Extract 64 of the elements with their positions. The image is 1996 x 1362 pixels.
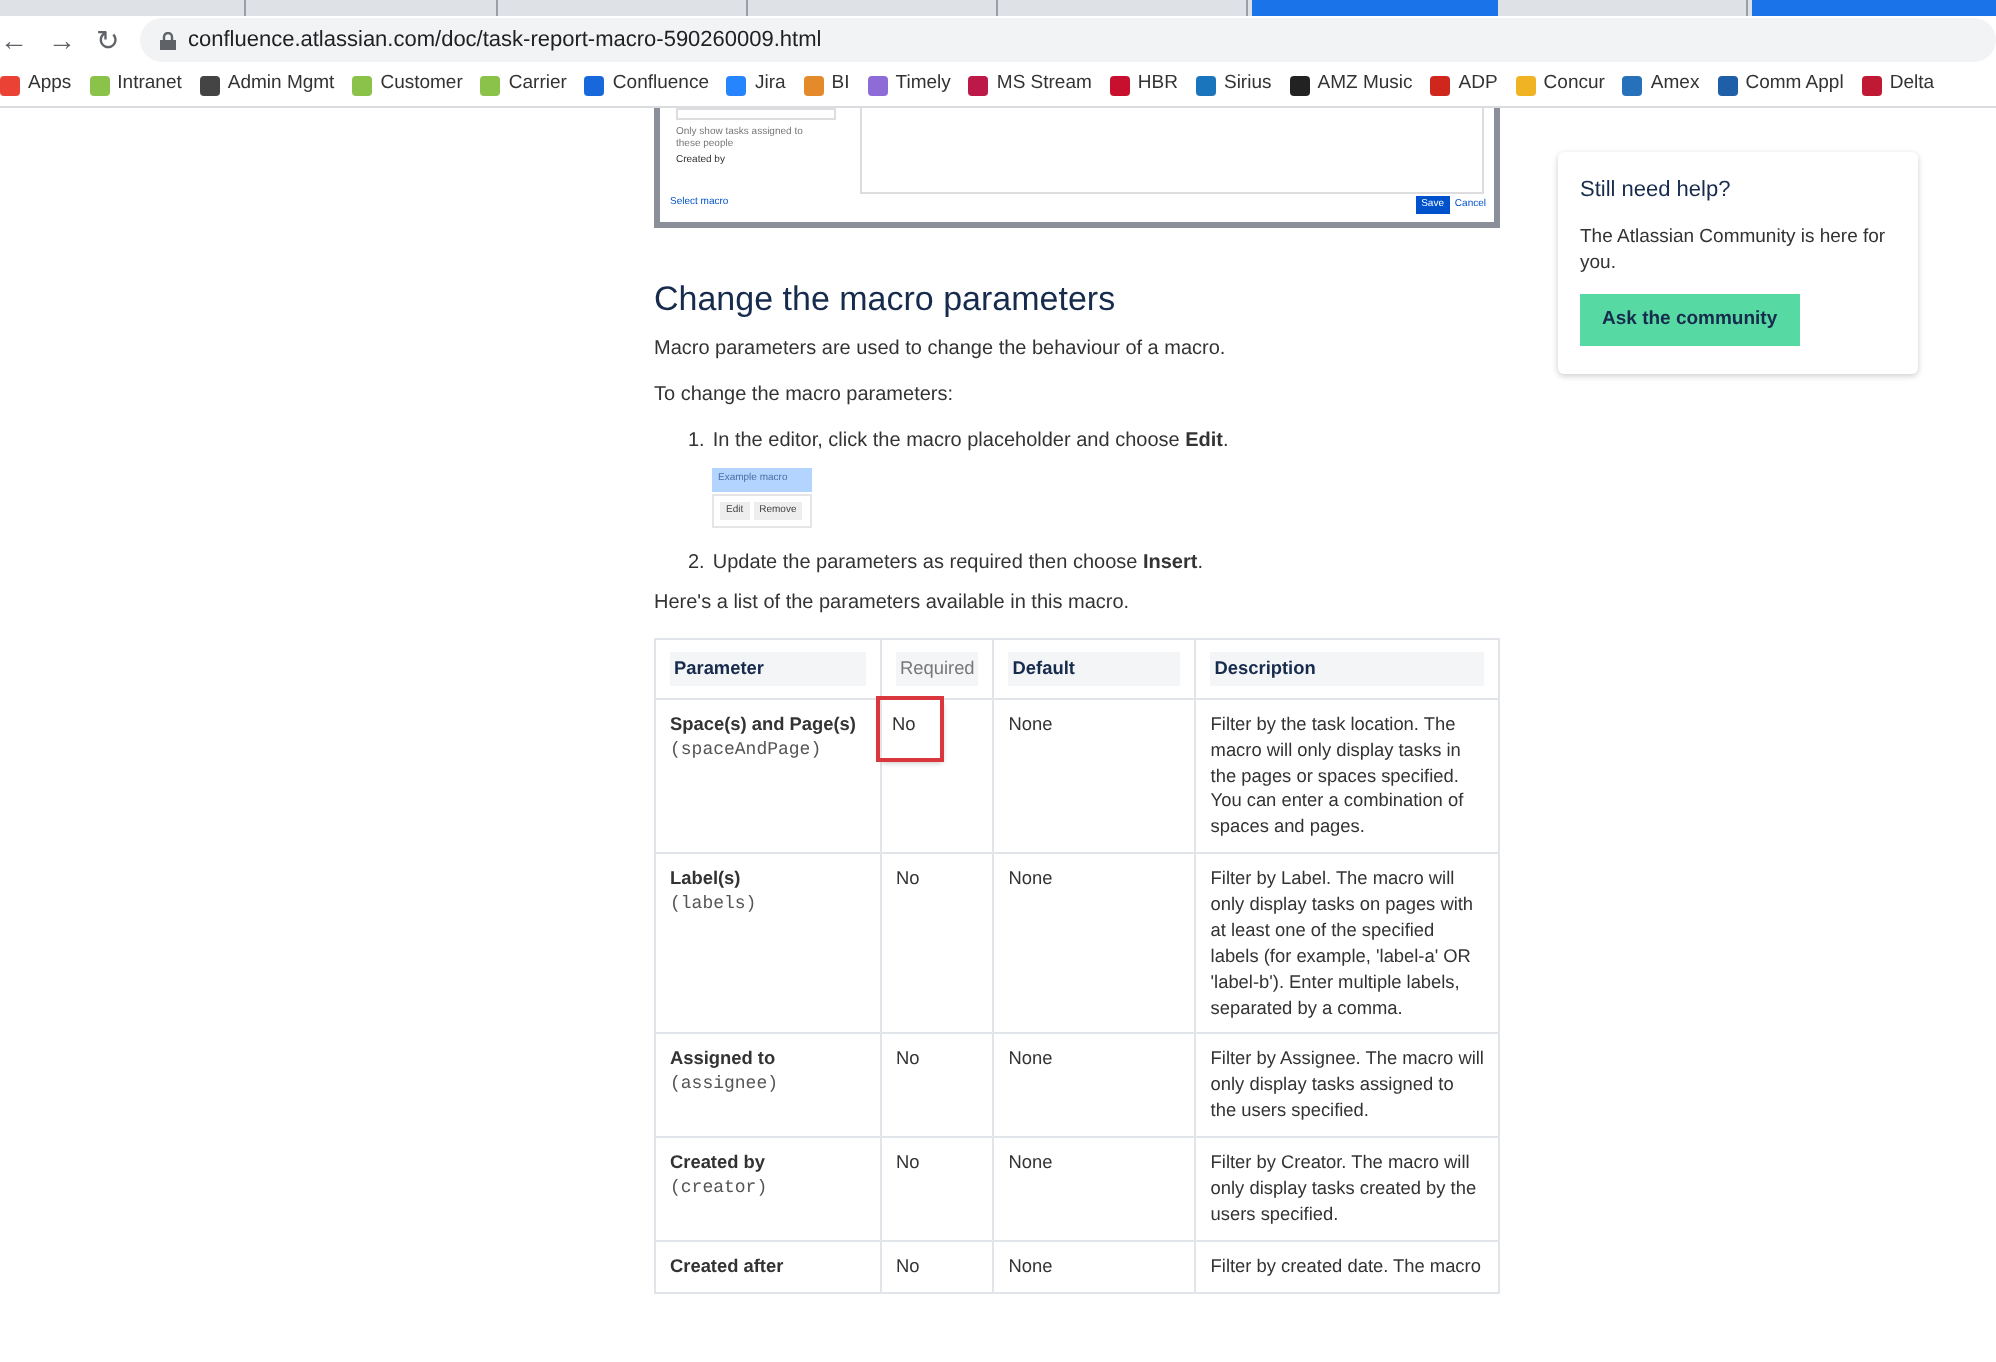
- address-bar[interactable]: confluence.atlassian.com/doc/task-report-macro-590260009.html: [140, 18, 1996, 62]
- table-cell: No: [896, 1152, 920, 1173]
- card-title: Still need help?: [1580, 176, 1733, 206]
- table-cell: None: [1008, 1255, 1053, 1276]
- table-cell: None: [1008, 713, 1053, 734]
- parameter-code: (creator): [670, 1175, 770, 1201]
- bookmark[interactable]: Delta: [1861, 70, 1935, 100]
- bookmark[interactable]: Jira: [726, 70, 786, 100]
- bookmark[interactable]: Carrier: [480, 70, 567, 100]
- column-header: Description: [1210, 651, 1484, 686]
- bookmark[interactable]: Timely: [867, 70, 951, 100]
- table-cell: Filter by created date. The macro: [1210, 1255, 1481, 1276]
- bookmark[interactable]: Apps: [0, 70, 72, 100]
- table-cell: No: [880, 699, 940, 758]
- table-cell: No: [896, 1048, 920, 1069]
- parameter-code: (spaceAndPage): [670, 737, 824, 763]
- parameter-code: (assignee): [670, 1072, 781, 1098]
- parameter-name: Space(s) and Page(s): [670, 711, 858, 738]
- column-header: Default: [1008, 651, 1181, 686]
- bookmark[interactable]: Confluence: [584, 70, 709, 100]
- parameter-name: Assigned to: [670, 1046, 778, 1073]
- column-header: Required: [896, 651, 979, 686]
- card-text: The Atlassian Community is here for you.: [1580, 223, 1888, 279]
- bookmark[interactable]: Concur: [1515, 70, 1605, 100]
- ask-community-button[interactable]: Ask the community: [1580, 294, 1800, 347]
- step-text: In the editor, click the macro placeholder and choose Edit.: [712, 428, 1229, 457]
- parameter-name: Label(s): [670, 866, 743, 893]
- table-cell: None: [1008, 1048, 1053, 1069]
- table-cell: Filter by Assignee. The macro will only display tasks assigned to the users specified.: [1210, 1048, 1484, 1121]
- bookmark[interactable]: Admin Mgmt: [199, 70, 335, 100]
- paragraph: To change the macro parameters:: [654, 381, 956, 409]
- bookmark[interactable]: HBR: [1109, 70, 1178, 100]
- bookmark[interactable]: Comm Appl: [1717, 70, 1844, 100]
- parameter-code: (labels): [670, 892, 759, 918]
- table-cell: None: [1008, 1152, 1053, 1173]
- step-text: Update the parameters as required then choose Insert.: [712, 550, 1203, 579]
- bookmark[interactable]: BI: [803, 70, 850, 100]
- bookmark[interactable]: ADP: [1430, 70, 1498, 100]
- table-cell: None: [1008, 868, 1053, 889]
- browser-tab[interactable]: [1751, 0, 1996, 16]
- bookmark[interactable]: MS Stream: [968, 70, 1092, 100]
- bookmark[interactable]: Intranet: [89, 70, 182, 100]
- forward-button[interactable]: →: [48, 26, 76, 54]
- column-header: Parameter: [670, 651, 866, 686]
- bookmark[interactable]: Customer: [352, 70, 463, 100]
- lock-icon: [160, 31, 176, 49]
- section-heading: Change the macro parameters: [654, 280, 1118, 321]
- bookmark[interactable]: AMZ Music: [1289, 70, 1413, 100]
- parameter-name: Created by: [670, 1150, 767, 1176]
- back-button[interactable]: ←: [0, 26, 28, 54]
- table-cell: No: [896, 868, 920, 889]
- table-cell: Filter by the task location. The macro will only display tasks in the pages or spaces specified. You can enter a combination of spaces and pages.: [1210, 713, 1464, 837]
- bookmark[interactable]: Amex: [1622, 70, 1700, 100]
- reload-button[interactable]: ↻: [96, 26, 120, 54]
- browser-tab[interactable]: [1252, 0, 1497, 16]
- step-number: 2.: [688, 550, 705, 579]
- table-cell: No: [896, 1255, 920, 1276]
- paragraph: Here's a list of the parameters available in this macro.: [654, 590, 1132, 618]
- parameter-name: Created after: [670, 1253, 786, 1280]
- table-cell: Filter by Label. The macro will only display tasks on pages with at least one of the specified labels (for example, 'label-a' OR 'label-b'). Enter multiple labels, separated by a comma.: [1210, 868, 1474, 1018]
- bookmark[interactable]: Sirius: [1195, 70, 1272, 100]
- table-cell: Filter by Creator. The macro will only display tasks created by the users specified.: [1210, 1152, 1477, 1224]
- step-number: 1.: [688, 428, 705, 457]
- paragraph: Macro parameters are used to change the behaviour of a macro.: [654, 336, 1228, 364]
